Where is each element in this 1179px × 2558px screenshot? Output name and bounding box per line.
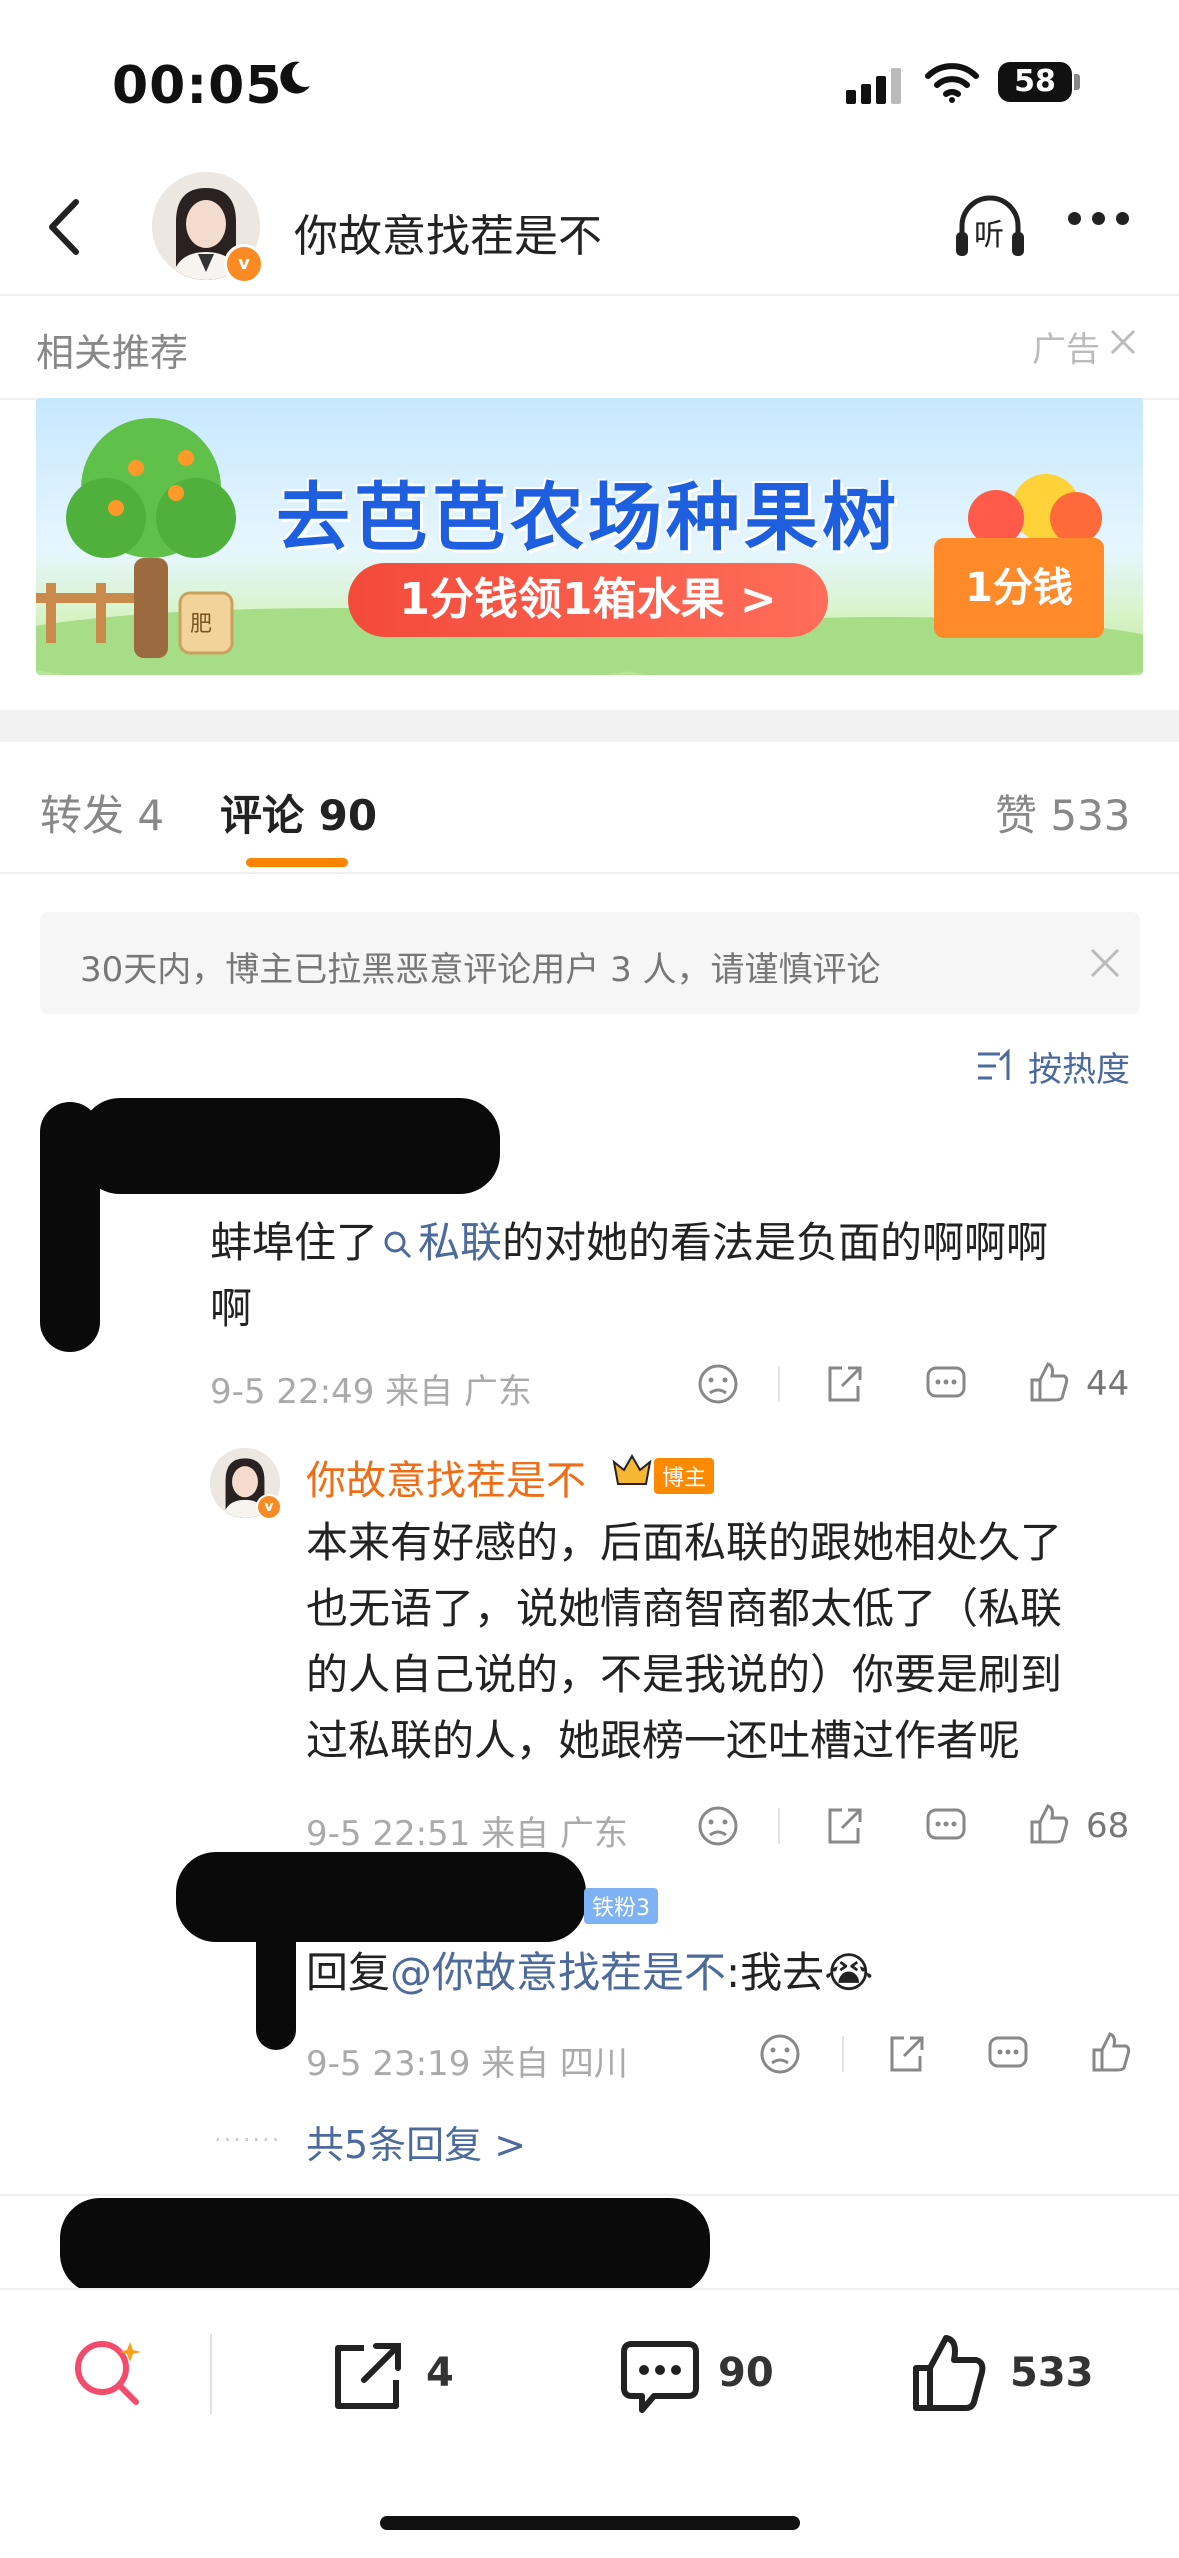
- status-time: 00:05: [112, 56, 283, 116]
- search-icon: [384, 1231, 412, 1259]
- comment-text-line2: 啊: [210, 1284, 253, 1333]
- divider: [0, 294, 1179, 296]
- divider: [778, 1808, 780, 1844]
- comment-meta: 9-5 22:49 来自 广东: [210, 1372, 532, 1412]
- redacted-username: [176, 1852, 586, 1942]
- fan-level-badge: 铁粉3: [584, 1888, 658, 1924]
- comment-text: 蚌埠住了 私联的对她的看法是负面的啊啊啊: [210, 1218, 1049, 1267]
- back-arrow-icon[interactable]: [36, 192, 96, 262]
- tab-like[interactable]: 赞 533: [995, 782, 1131, 843]
- related-recommend-label: 相关推荐: [36, 331, 189, 375]
- listen-label: 听: [974, 218, 1004, 253]
- comment-icon[interactable]: [986, 2032, 1030, 2076]
- moon-icon: [280, 61, 310, 94]
- crying-emoji: 😭: [824, 1948, 874, 1997]
- ad-title: 去芭芭农场种果树: [276, 475, 900, 561]
- reply-text-line: 的人自己说的，不是我说的）你要是刷到: [306, 1650, 1063, 1699]
- sort-by-hot[interactable]: 按热度: [1028, 1042, 1130, 1091]
- battery-cap: [1074, 74, 1080, 90]
- fertilizer-bag-label: 肥: [190, 612, 213, 637]
- close-icon[interactable]: [1108, 327, 1138, 357]
- listen-button[interactable]: 听: [950, 192, 1030, 262]
- search-icon[interactable]: [68, 2332, 150, 2414]
- blocked-users-notice: 30天内，博主已拉黑恶意评论用户 3 人，请谨慎评论: [40, 912, 1140, 1014]
- divider: [210, 2334, 212, 2414]
- like-icon[interactable]: [1026, 1802, 1070, 1846]
- like-icon[interactable]: [1088, 2030, 1132, 2074]
- divider: [842, 2036, 844, 2072]
- wifi-icon: [925, 63, 979, 103]
- active-tab-indicator: [246, 858, 348, 867]
- like-count: 44: [1086, 1364, 1130, 1404]
- reply-text-line: 本来有好感的，后面私联的跟她相处久了: [306, 1518, 1063, 1567]
- divider: [778, 1366, 780, 1402]
- share-icon[interactable]: [822, 1362, 866, 1406]
- cellular-signal-icon: [846, 68, 906, 104]
- reply-meta: 9-5 23:19 来自 四川: [306, 2044, 628, 2084]
- dislike-face-icon[interactable]: [758, 2032, 802, 2076]
- notice-text: 30天内，博主已拉黑恶意评论用户 3 人，请谨慎评论: [80, 950, 881, 990]
- like-count: 533: [1010, 2350, 1094, 2396]
- ad-cta-button[interactable]: 1分钱领1箱水果 >: [348, 563, 828, 637]
- verified-badge-icon: v: [224, 244, 264, 284]
- like-icon[interactable]: [1026, 1360, 1070, 1404]
- repost-icon[interactable]: [330, 2340, 406, 2414]
- more-replies-link[interactable]: 共5条回复 >: [306, 2114, 526, 2169]
- more-replies-dots: ·······: [214, 2126, 282, 2154]
- comment-icon[interactable]: [620, 2338, 700, 2416]
- like-icon[interactable]: [910, 2334, 988, 2414]
- crown-icon: [612, 1453, 652, 1485]
- comment-count: 90: [718, 2350, 774, 2396]
- redacted-comment: [60, 2198, 710, 2294]
- blogger-badge: 博主: [654, 1458, 715, 1494]
- redacted-username: [80, 1098, 500, 1194]
- page-title[interactable]: 你故意找茬是不: [294, 200, 602, 264]
- verified-badge-icon: v: [256, 1494, 282, 1520]
- ad-banner[interactable]: 肥 去芭芭农场种果树 1分钱领1箱水果 > 1分钱: [36, 398, 1143, 675]
- home-indicator[interactable]: [380, 2516, 800, 2530]
- dislike-face-icon[interactable]: [696, 1362, 740, 1406]
- share-icon[interactable]: [822, 1804, 866, 1848]
- reply-text-line: 过私联的人，她跟榜一还吐槽过作者呢: [306, 1716, 1021, 1765]
- tab-repost[interactable]: 转发 4: [40, 782, 164, 843]
- reply-text: 回复@你故意找茬是不:我去😭: [306, 1948, 874, 1997]
- mention-link[interactable]: @你故意找茬是不: [390, 1948, 726, 1997]
- tab-comment[interactable]: 评论 90: [220, 782, 377, 843]
- section-gap: [0, 710, 1179, 742]
- repost-count: 4: [426, 2350, 454, 2396]
- share-icon[interactable]: [884, 2032, 928, 2076]
- reply-text-line: 也无语了，说她情商智商都太低了（私联: [306, 1584, 1063, 1633]
- reply-author[interactable]: 你故意找茬是不: [306, 1448, 586, 1506]
- battery-indicator: 58: [998, 62, 1072, 102]
- comment-icon[interactable]: [924, 1362, 968, 1406]
- hashtag-link[interactable]: 私联: [378, 1218, 502, 1267]
- close-icon[interactable]: [1086, 944, 1124, 982]
- sort-icon[interactable]: [976, 1048, 1016, 1084]
- divider: [0, 2194, 1179, 2196]
- divider: [0, 872, 1179, 874]
- ad-price-tag: 1分钱: [934, 538, 1104, 638]
- like-count: 68: [1086, 1806, 1130, 1846]
- reply-meta: 9-5 22:51 来自 广东: [306, 1814, 628, 1854]
- more-options-icon[interactable]: [1068, 210, 1140, 229]
- dislike-face-icon[interactable]: [696, 1804, 740, 1848]
- comment-icon[interactable]: [924, 1804, 968, 1848]
- ad-tag: 广告: [1032, 330, 1100, 370]
- redacted-avatar: [256, 1900, 296, 2050]
